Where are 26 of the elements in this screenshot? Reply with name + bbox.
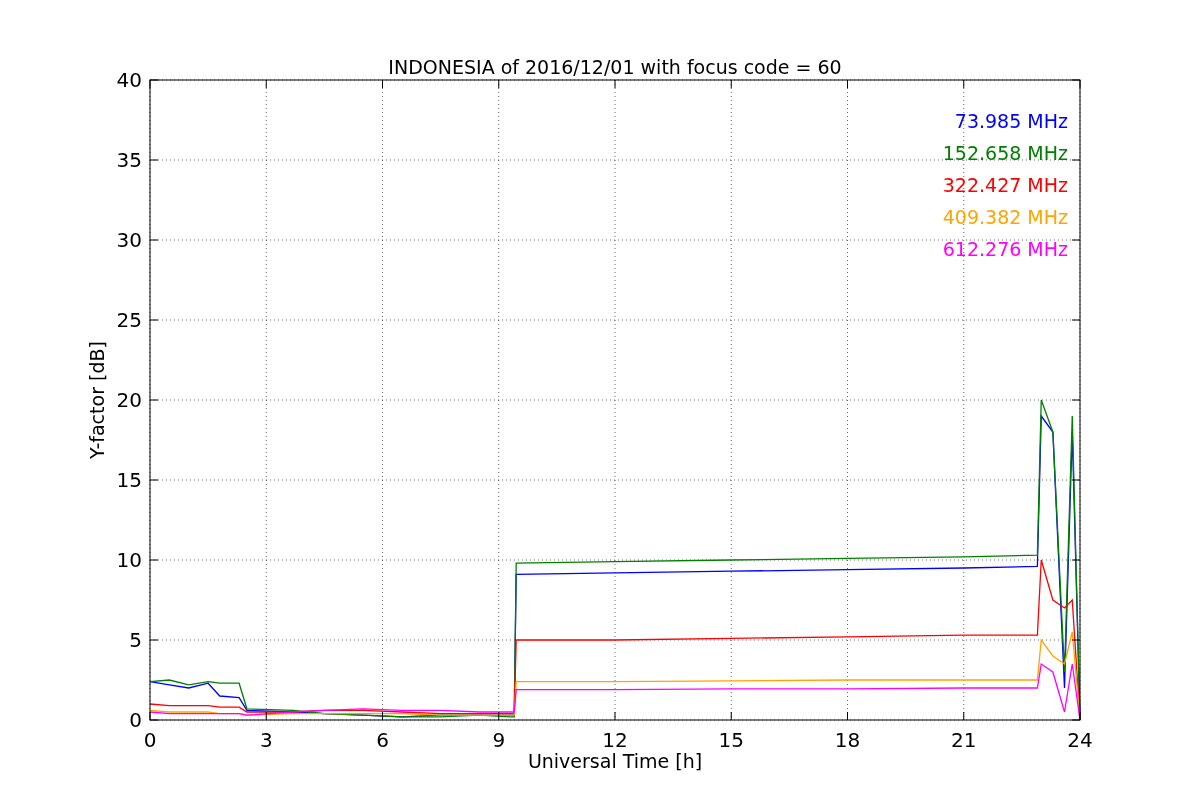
tick-label: 21 — [951, 728, 977, 752]
tick-label: 24 — [1067, 728, 1093, 752]
tick-label: 9 — [492, 728, 506, 752]
legend-label: 409.382 MHz — [942, 206, 1068, 228]
tick-label: 35 — [116, 148, 142, 172]
legend-label: 152.658 MHz — [942, 142, 1068, 164]
tick-label: 30 — [116, 228, 142, 252]
tick-label: 20 — [116, 388, 142, 412]
tick-label: 5 — [129, 628, 142, 652]
legend-label: 73.985 MHz — [954, 110, 1068, 132]
tick-label: 12 — [602, 728, 628, 752]
legend-label: 612.276 MHz — [942, 238, 1068, 260]
tick-label: 15 — [116, 468, 142, 492]
tick-label: 0 — [129, 708, 142, 732]
tick-label: 40 — [116, 68, 142, 92]
tick-label: 3 — [259, 728, 273, 752]
tick-label: 18 — [834, 728, 861, 752]
tick-label: 15 — [718, 728, 744, 752]
tick-label: 25 — [116, 308, 142, 332]
tick-label: 6 — [376, 728, 389, 752]
tick-label: 10 — [116, 548, 142, 572]
x-axis-label: Universal Time [h] — [527, 750, 703, 772]
chart-title: INDONESIA of 2016/12/01 with focus code = 60 — [388, 56, 842, 78]
legend-label: 322.427 MHz — [942, 174, 1068, 196]
y-axis-label: Y-factor [dB] — [86, 341, 108, 459]
tick-label: 0 — [143, 728, 157, 752]
